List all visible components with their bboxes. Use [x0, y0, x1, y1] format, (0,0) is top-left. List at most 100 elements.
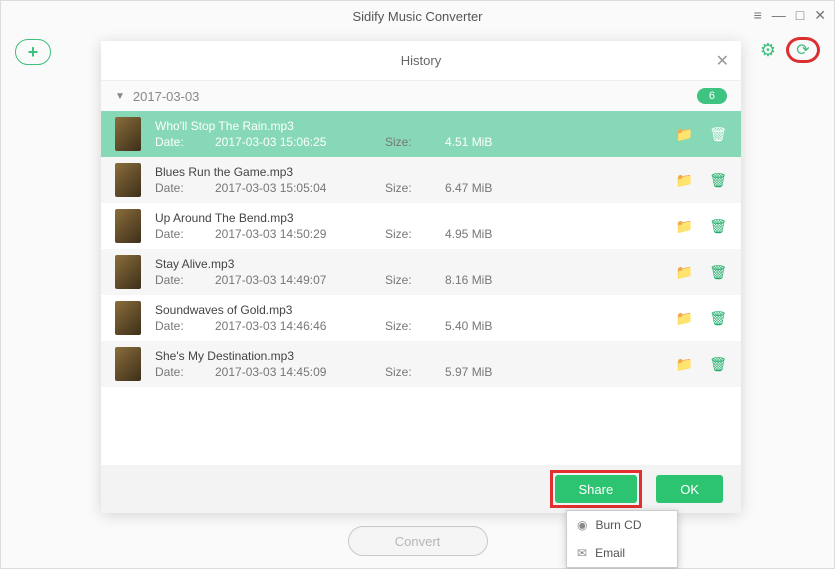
email-icon: ✉	[577, 546, 587, 560]
main-window: Sidify Music Converter ≡ — □ ✕ + ⚙ ⟳ Con…	[0, 0, 835, 569]
group-date: 2017-03-03	[133, 89, 200, 104]
folder-icon[interactable]: 📁	[676, 356, 693, 373]
chevron-down-icon[interactable]: ▼	[115, 91, 125, 102]
folder-icon[interactable]: 📁	[676, 218, 693, 235]
titlebar: Sidify Music Converter ≡ — □ ✕	[1, 1, 834, 31]
size-value: 5.40 MiB	[445, 319, 595, 333]
email-label: Email	[595, 546, 625, 560]
trash-icon[interactable]: 🗑	[709, 172, 727, 189]
album-thumbnail	[115, 209, 141, 243]
size-label: Size:	[385, 319, 425, 333]
burn-cd-label: Burn CD	[595, 518, 641, 532]
trash-icon[interactable]: 🗑	[709, 218, 727, 235]
date-label: Date:	[155, 319, 195, 333]
close-icon[interactable]: ✕	[716, 51, 729, 71]
minimize-icon[interactable]: —	[772, 7, 786, 24]
ok-button[interactable]: OK	[656, 475, 723, 503]
album-thumbnail	[115, 117, 141, 151]
disc-icon: ◉	[577, 518, 587, 532]
item-info: Up Around The Bend.mp3 Date: 2017-03-03 14…	[155, 211, 676, 241]
date-label: Date:	[155, 135, 195, 149]
history-item[interactable]: Blues Run the Game.mp3 Date: 2017-03-03 15…	[101, 157, 741, 203]
history-item[interactable]: Soundwaves of Gold.mp3 Date: 2017-03-03 14…	[101, 295, 741, 341]
size-label: Size:	[385, 135, 425, 149]
share-dropdown: ◉ Burn CD ✉ Email	[566, 510, 678, 568]
item-info: Stay Alive.mp3 Date: 2017-03-03 14:49:07 Si…	[155, 257, 676, 287]
group-count-badge: 6	[697, 88, 727, 104]
share-menu-burn-cd[interactable]: ◉ Burn CD	[567, 511, 677, 539]
item-meta: Date: 2017-03-03 15:05:04 Size: 6.47 MiB	[155, 181, 676, 195]
size-label: Size:	[385, 227, 425, 241]
size-value: 6.47 MiB	[445, 181, 595, 195]
history-footer: Share OK	[101, 465, 741, 513]
size-value: 8.16 MiB	[445, 273, 595, 287]
size-label: Size:	[385, 365, 425, 379]
trash-icon[interactable]: 🗑	[709, 310, 727, 327]
window-controls: ≡ — □ ✕	[754, 7, 826, 24]
item-actions: 📁🗑	[676, 218, 727, 235]
folder-icon[interactable]: 📁	[676, 172, 693, 189]
date-value: 2017-03-03 14:49:07	[215, 273, 365, 287]
share-label: Share	[579, 482, 614, 497]
album-thumbnail	[115, 301, 141, 335]
history-group-row[interactable]: ▼ 2017-03-03 6	[101, 81, 741, 111]
item-actions: 📁🗑	[676, 310, 727, 327]
album-thumbnail	[115, 163, 141, 197]
item-meta: Date: 2017-03-03 14:49:07 Size: 8.16 MiB	[155, 273, 676, 287]
item-info: Who'll Stop The Rain.mp3 Date: 2017-03-03 …	[155, 119, 676, 149]
item-actions: 📁🗑	[676, 172, 727, 189]
date-label: Date:	[155, 365, 195, 379]
album-thumbnail	[115, 347, 141, 381]
item-meta: Date: 2017-03-03 15:06:25 Size: 4.51 MiB	[155, 135, 676, 149]
album-thumbnail	[115, 255, 141, 289]
history-title: History	[401, 53, 441, 68]
date-value: 2017-03-03 14:45:09	[215, 365, 365, 379]
share-button[interactable]: Share	[555, 475, 638, 503]
ok-label: OK	[680, 482, 699, 497]
file-name: Soundwaves of Gold.mp3	[155, 303, 676, 317]
size-value: 4.95 MiB	[445, 227, 595, 241]
history-panel: History ✕ ▼ 2017-03-03 6 Who'll Stop The…	[101, 41, 741, 513]
item-info: Blues Run the Game.mp3 Date: 2017-03-03 15…	[155, 165, 676, 195]
size-value: 4.51 MiB	[445, 135, 595, 149]
date-label: Date:	[155, 181, 195, 195]
trash-icon[interactable]: 🗑	[709, 264, 727, 281]
file-name: She's My Destination.mp3	[155, 349, 676, 363]
item-actions: 📁🗑	[676, 126, 727, 143]
history-list: Who'll Stop The Rain.mp3 Date: 2017-03-03 …	[101, 111, 741, 465]
item-meta: Date: 2017-03-03 14:46:46 Size: 5.40 MiB	[155, 319, 676, 333]
date-value: 2017-03-03 15:06:25	[215, 135, 365, 149]
file-name: Who'll Stop The Rain.mp3	[155, 119, 676, 133]
history-item[interactable]: Who'll Stop The Rain.mp3 Date: 2017-03-03 …	[101, 111, 741, 157]
item-meta: Date: 2017-03-03 14:50:29 Size: 4.95 MiB	[155, 227, 676, 241]
date-label: Date:	[155, 227, 195, 241]
folder-icon[interactable]: 📁	[676, 126, 693, 143]
history-header: History ✕	[101, 41, 741, 81]
size-value: 5.97 MiB	[445, 365, 595, 379]
share-menu-email[interactable]: ✉ Email	[567, 539, 677, 567]
history-item[interactable]: Stay Alive.mp3 Date: 2017-03-03 14:49:07 Si…	[101, 249, 741, 295]
item-meta: Date: 2017-03-03 14:45:09 Size: 5.97 MiB	[155, 365, 676, 379]
date-value: 2017-03-03 14:46:46	[215, 319, 365, 333]
folder-icon[interactable]: 📁	[676, 264, 693, 281]
history-item[interactable]: She's My Destination.mp3 Date: 2017-03-03 …	[101, 341, 741, 387]
close-window-icon[interactable]: ✕	[814, 7, 826, 24]
app-title: Sidify Music Converter	[352, 9, 482, 24]
date-value: 2017-03-03 14:50:29	[215, 227, 365, 241]
file-name: Blues Run the Game.mp3	[155, 165, 676, 179]
folder-icon[interactable]: 📁	[676, 310, 693, 327]
item-info: Soundwaves of Gold.mp3 Date: 2017-03-03 14…	[155, 303, 676, 333]
trash-icon[interactable]: 🗑	[709, 126, 727, 143]
date-label: Date:	[155, 273, 195, 287]
maximize-icon[interactable]: □	[796, 7, 804, 24]
item-actions: 📁🗑	[676, 356, 727, 373]
history-item[interactable]: Up Around The Bend.mp3 Date: 2017-03-03 14…	[101, 203, 741, 249]
size-label: Size:	[385, 273, 425, 287]
item-info: She's My Destination.mp3 Date: 2017-03-03 …	[155, 349, 676, 379]
date-value: 2017-03-03 15:05:04	[215, 181, 365, 195]
trash-icon[interactable]: 🗑	[709, 356, 727, 373]
file-name: Stay Alive.mp3	[155, 257, 676, 271]
menu-icon[interactable]: ≡	[754, 7, 762, 24]
file-name: Up Around The Bend.mp3	[155, 211, 676, 225]
size-label: Size:	[385, 181, 425, 195]
